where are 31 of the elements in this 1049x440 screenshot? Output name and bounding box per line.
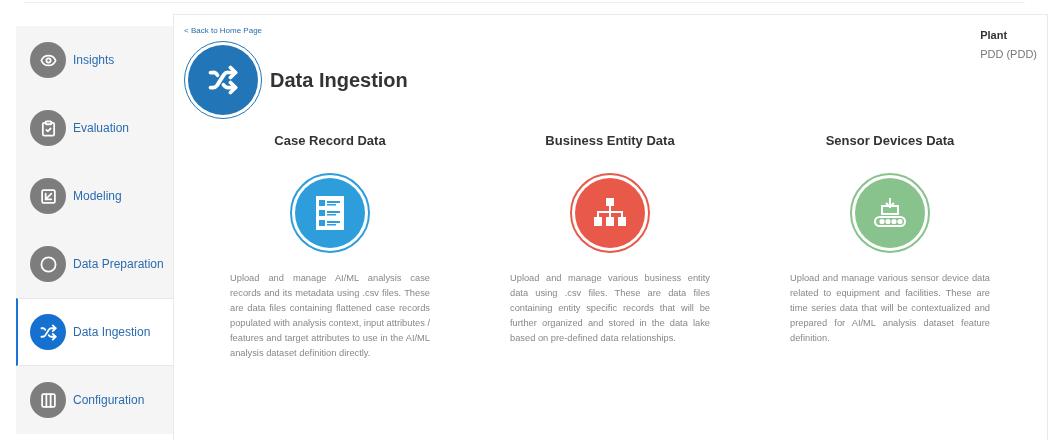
sidebar-item[interactable]: Configuration — [16, 366, 173, 434]
nav-label: Evaluation — [73, 120, 130, 137]
shuffle-icon — [208, 65, 238, 95]
back-link[interactable]: < Back to Home Page — [184, 25, 263, 37]
sidebar-item[interactable]: Data Ingestion — [16, 298, 173, 366]
shuffle-icon — [39, 323, 57, 341]
hierarchy-icon — [593, 197, 627, 228]
nav-label: Insights — [73, 52, 115, 69]
card-description: Upload and manage AI/ML analysis case records and its metadata using .csv files. These are data files containing flattened case records populated with analysis context, input attributes / features and target attributes to use in the AI/ML analysis dataset definition directly. — [230, 271, 430, 360]
plant-value: PDD (PDD) — [980, 46, 1037, 62]
sidebar-item[interactable]: Evaluation — [16, 94, 173, 162]
grid-icon — [39, 391, 57, 409]
conveyor-icon — [872, 196, 908, 229]
sidebar-item[interactable]: Insights — [16, 26, 173, 94]
plant-label: Plant — [980, 28, 1009, 43]
card-title: Case Record Data — [274, 132, 386, 150]
card-description: Upload and manage various sensor device data related to equipment and facilities. These are time series data that will be contextualized and prepared for AI/ML analysis dataset feature definition. — [790, 271, 990, 345]
card-title: Business Entity Data — [545, 132, 675, 150]
page-title: Data Ingestion — [270, 68, 408, 93]
nav-label: Data Preparation — [73, 256, 164, 273]
nav-label: Data Ingestion — [73, 324, 151, 341]
ring-icon — [39, 255, 57, 273]
card-description: Upload and manage various business entity data using .csv files. These are data files containing entity specific records that will be further organized and stored in the data lake based on pre-defined data relationships. — [510, 271, 710, 345]
card-title: Sensor Devices Data — [825, 132, 955, 150]
sidebar-item[interactable]: Modeling — [16, 162, 173, 230]
nav-label: Modeling — [73, 188, 122, 205]
nav-label: Configuration — [73, 392, 145, 409]
checklist-icon — [39, 119, 57, 137]
list-icon — [316, 195, 344, 230]
sidebar-item[interactable]: Data Preparation — [16, 230, 173, 298]
arrow-square-icon — [39, 187, 57, 205]
